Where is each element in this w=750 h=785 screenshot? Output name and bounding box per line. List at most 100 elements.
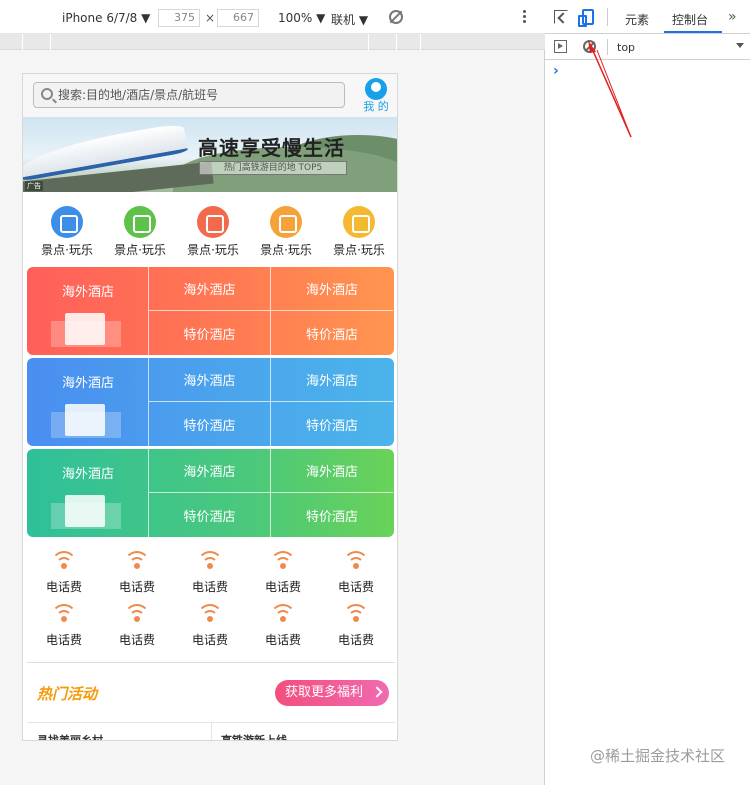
banner-subtitle: 热门高铁游目的地 TOP5 bbox=[199, 161, 347, 175]
building-icon bbox=[51, 313, 121, 347]
service-item[interactable]: 电话费 bbox=[32, 551, 96, 595]
hotel-cell[interactable]: 海外酒店 bbox=[149, 449, 271, 493]
hot-activities-section: 热门活动 获取更多福利 bbox=[27, 662, 395, 722]
service-item[interactable]: 电话费 bbox=[324, 551, 388, 595]
hotel-cell[interactable]: 特价酒店 bbox=[271, 493, 393, 537]
search-icon bbox=[41, 88, 53, 100]
category-item[interactable]: 景点·玩乐 bbox=[254, 206, 318, 258]
hotel-cell[interactable]: 特价酒店 bbox=[149, 311, 271, 355]
service-item[interactable]: 电话费 bbox=[178, 604, 242, 648]
signal-icon bbox=[49, 604, 79, 626]
service-item[interactable]: 电话费 bbox=[251, 604, 315, 648]
width-input[interactable]: 375 bbox=[158, 9, 200, 27]
signal-icon bbox=[49, 551, 79, 573]
service-label: 电话费 bbox=[45, 580, 82, 594]
active-tab-indicator bbox=[664, 31, 722, 33]
category-item[interactable]: 景点·玩乐 bbox=[327, 206, 391, 258]
hotel-grid-red: 海外酒店 海外酒店 海外酒店 特价酒店 特价酒店 bbox=[27, 267, 394, 355]
hotel-cell[interactable]: 海外酒店 bbox=[271, 267, 393, 311]
service-item[interactable]: 电话费 bbox=[32, 604, 96, 648]
hotel-main-tile[interactable]: 海外酒店 bbox=[27, 358, 149, 446]
more-benefits-label: 获取更多福利 bbox=[285, 685, 364, 700]
signal-icon bbox=[341, 551, 371, 573]
location-icon bbox=[343, 206, 375, 238]
hotel-main-tile[interactable]: 海外酒店 bbox=[27, 267, 149, 355]
category-item[interactable]: 景点·玩乐 bbox=[181, 206, 245, 258]
service-label: 电话费 bbox=[337, 633, 374, 647]
device-toolbar: iPhone 6/7/8 ▼ 375 × 667 100% ▼ 联机 ▼ bbox=[0, 0, 545, 34]
hotel-cell[interactable]: 海外酒店 bbox=[271, 449, 393, 493]
network-select[interactable]: 联机 ▼ bbox=[331, 11, 368, 28]
user-icon bbox=[365, 78, 387, 100]
signal-icon bbox=[195, 604, 225, 626]
tab-elements[interactable]: 元素 bbox=[625, 11, 649, 28]
search-input[interactable] bbox=[58, 86, 338, 104]
hotel-cell[interactable]: 特价酒店 bbox=[149, 402, 271, 446]
devtools-panel: 元素 控制台 » top › @稀土掘金技术社区 bbox=[545, 0, 750, 785]
ad-badge: 广告 bbox=[25, 181, 43, 191]
signal-icon bbox=[195, 551, 225, 573]
category-item[interactable]: 景点·玩乐 bbox=[35, 206, 99, 258]
activity-list-row: 寻找美丽乡村 高铁游新上线 bbox=[27, 722, 395, 740]
service-item[interactable]: 电话费 bbox=[105, 604, 169, 648]
signal-icon bbox=[122, 551, 152, 573]
device-select[interactable]: iPhone 6/7/8 ▼ bbox=[62, 11, 150, 25]
temple-icon bbox=[51, 206, 83, 238]
hotel-cell[interactable]: 海外酒店 bbox=[149, 358, 271, 402]
clear-console-icon[interactable] bbox=[583, 40, 596, 53]
divider bbox=[607, 8, 608, 26]
service-label: 电话费 bbox=[264, 633, 301, 647]
hotel-main-label: 海外酒店 bbox=[61, 467, 114, 482]
phone-viewport: 我 的 高速享受慢生活 热门高铁游目的地 TOP5 广告 景点·玩乐 bbox=[22, 73, 398, 741]
activity-title[interactable]: 高铁游新上线 bbox=[221, 732, 287, 740]
service-label: 电话费 bbox=[45, 633, 82, 647]
hotel-cell[interactable]: 特价酒店 bbox=[271, 402, 393, 446]
chevron-right-icon bbox=[371, 686, 383, 698]
zoom-select[interactable]: 100% ▼ bbox=[278, 11, 325, 25]
chevron-down-icon[interactable] bbox=[736, 43, 744, 48]
my-account-button[interactable]: 我 的 bbox=[360, 78, 392, 116]
category-row: 景点·玩乐 景点·玩乐 景点·玩乐 景点·玩乐 景点·玩乐 bbox=[27, 200, 395, 262]
service-label: 电话费 bbox=[264, 580, 301, 594]
hotel-main-label: 海外酒店 bbox=[61, 285, 114, 300]
service-item[interactable]: 电话费 bbox=[105, 551, 169, 595]
category-label: 景点·玩乐 bbox=[41, 243, 93, 257]
service-item[interactable]: 电话费 bbox=[324, 604, 388, 648]
category-label: 景点·玩乐 bbox=[114, 243, 166, 257]
media-query-ruler bbox=[0, 34, 545, 50]
signal-icon bbox=[122, 604, 152, 626]
hotel-main-tile[interactable]: 海外酒店 bbox=[27, 449, 149, 537]
hotel-grid-blue: 海外酒店 海外酒店 海外酒店 特价酒店 特价酒店 bbox=[27, 358, 394, 446]
more-tabs-icon[interactable]: » bbox=[728, 9, 737, 25]
hotel-cell[interactable]: 海外酒店 bbox=[271, 358, 393, 402]
more-options-icon[interactable] bbox=[521, 9, 527, 25]
service-item[interactable]: 电话费 bbox=[178, 551, 242, 595]
hotel-grid-green: 海外酒店 海外酒店 海外酒店 特价酒店 特价酒店 bbox=[27, 449, 394, 537]
tab-console[interactable]: 控制台 bbox=[672, 11, 708, 28]
category-item[interactable]: 景点·玩乐 bbox=[108, 206, 172, 258]
hotel-cell[interactable]: 特价酒店 bbox=[271, 311, 393, 355]
signal-icon bbox=[268, 604, 298, 626]
sidebar-toggle-icon[interactable] bbox=[554, 40, 567, 53]
hotel-cell[interactable]: 特价酒店 bbox=[149, 493, 271, 537]
rotate-icon[interactable] bbox=[389, 10, 403, 24]
dimension-separator: × bbox=[205, 11, 216, 25]
my-account-label: 我 的 bbox=[363, 100, 389, 113]
search-header: 我 的 bbox=[23, 74, 397, 117]
service-item[interactable]: 电话费 bbox=[251, 551, 315, 595]
context-select[interactable]: top bbox=[617, 41, 635, 54]
console-toolbar: top bbox=[545, 34, 750, 60]
inspect-element-icon[interactable] bbox=[554, 10, 568, 24]
console-prompt[interactable]: › bbox=[553, 63, 559, 79]
more-benefits-button[interactable]: 获取更多福利 bbox=[275, 680, 389, 706]
activity-title[interactable]: 寻找美丽乡村 bbox=[37, 732, 103, 740]
ferris-wheel-icon bbox=[270, 206, 302, 238]
hotel-main-label: 海外酒店 bbox=[61, 376, 114, 391]
device-toolbar-toggle-icon[interactable] bbox=[578, 9, 594, 27]
hotel-cell[interactable]: 海外酒店 bbox=[149, 267, 271, 311]
devtools-tabbar: 元素 控制台 » bbox=[545, 0, 750, 34]
height-input[interactable]: 667 bbox=[217, 9, 259, 27]
search-box[interactable] bbox=[33, 82, 345, 108]
screenshot-root: iPhone 6/7/8 ▼ 375 × 667 100% ▼ 联机 ▼ 我 的 bbox=[0, 0, 750, 785]
promo-banner[interactable]: 高速享受慢生活 热门高铁游目的地 TOP5 广告 bbox=[23, 117, 397, 192]
